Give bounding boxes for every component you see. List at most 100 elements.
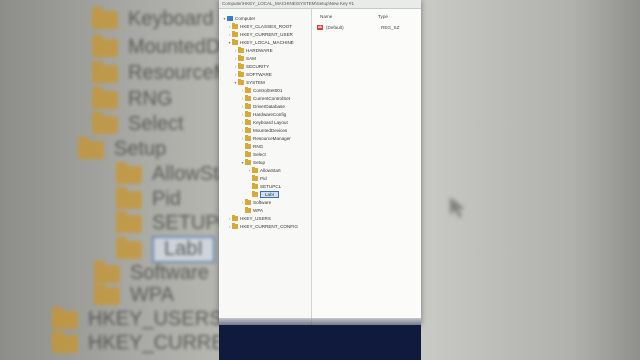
- folder-icon: [252, 175, 258, 181]
- tree-item-label: HKEY_CLASSES_ROOT: [240, 24, 293, 29]
- folder-icon: [92, 34, 118, 57]
- value-name: (Default): [326, 25, 344, 30]
- folder-icon: [245, 135, 251, 141]
- bg-row: Software: [94, 260, 209, 285]
- tree-item-label: HARDWARE: [246, 48, 273, 53]
- tree-item[interactable]: › SOFTWARE: [233, 71, 272, 78]
- tree-item-label: HKEY_LOCAL_MACHINE: [240, 40, 294, 45]
- bg-label: WPA: [130, 284, 175, 306]
- tree-item[interactable]: › SAM: [233, 55, 256, 62]
- bg-row: RNG: [92, 86, 172, 111]
- tree-item[interactable]: RNG: [240, 143, 263, 150]
- bg-label: Setup: [114, 138, 167, 160]
- bg-label: SETUPCL: [152, 212, 222, 234]
- bg-row: Keyboard La: [92, 6, 222, 31]
- tree-item-selected[interactable]: LabI: [247, 191, 279, 198]
- tree-item[interactable]: › DriverDatabase: [240, 103, 285, 110]
- cursor-icon: [450, 197, 465, 218]
- tree-item[interactable]: › ControlSet001: [240, 87, 282, 94]
- bg-label: ResourceMana: [128, 62, 222, 84]
- bg-row: Setup: [78, 136, 167, 161]
- tree-item[interactable]: › HKEY_CURRENT_CONFIG: [227, 223, 298, 230]
- tree-item[interactable]: › Software: [240, 199, 271, 206]
- taskbar[interactable]: [219, 325, 421, 360]
- tree-item[interactable]: › SECURITY: [233, 63, 269, 70]
- folder-icon: [232, 223, 238, 229]
- bg-row: HKEY_USERS: [52, 306, 222, 331]
- bg-row: LabI: [116, 236, 215, 263]
- tree-item[interactable]: › CurrentControlSet: [240, 95, 290, 102]
- bg-label: HKEY_CURRENT_CO: [88, 332, 222, 354]
- tree-item[interactable]: SETUPCL: [247, 183, 281, 190]
- folder-icon: [232, 31, 238, 37]
- tree-item-label: SYSTEM: [246, 80, 265, 85]
- bg-label: Pid: [152, 188, 181, 210]
- folder-icon: [245, 143, 251, 149]
- folder-icon: [116, 210, 142, 233]
- bg-row: SETUPCL: [116, 210, 222, 235]
- tree-item-label: Select: [253, 152, 266, 157]
- tree-item[interactable]: › Keyboard Layout: [240, 119, 288, 126]
- tree-item[interactable]: Select: [240, 151, 266, 158]
- folder-icon: [92, 111, 118, 134]
- tree-item[interactable]: › HardwareConfig: [240, 111, 286, 118]
- tree-item[interactable]: › AllowStart: [247, 167, 281, 174]
- tree-item-label: SETUPCL: [260, 184, 282, 189]
- tree-item-label-editing[interactable]: LabI: [260, 191, 279, 198]
- tree-item-label: Keyboard Layout: [253, 120, 288, 125]
- bg-row: HKEY_CURRENT_CO: [52, 330, 222, 355]
- folder-icon: [238, 71, 244, 77]
- tree-item[interactable]: WPA: [240, 207, 263, 214]
- folder-icon: [116, 161, 142, 184]
- folder-icon: [78, 136, 104, 159]
- bg-row: Select: [92, 111, 184, 136]
- folder-icon: [94, 282, 120, 305]
- tree-item-label: Setup: [253, 160, 266, 165]
- bg-row: WPA: [94, 282, 175, 307]
- registry-tree[interactable]: ▾ Computer › HKEY_CLASSES_ROOT › HKEY_CURRE…: [219, 9, 312, 325]
- tree-item[interactable]: › HKEY_USERS: [227, 215, 271, 222]
- tree-item-label: ResourceManager: [253, 136, 291, 141]
- folder-icon: [94, 260, 120, 283]
- computer-icon: [227, 16, 233, 21]
- bg-label: Select: [128, 113, 184, 135]
- tree-item-label: SOFTWARE: [246, 72, 272, 77]
- tree-item-computer[interactable]: ▾ Computer: [222, 15, 255, 22]
- bg-label: AllowStart: [152, 163, 222, 185]
- values-pane[interactable]: Name Type ab (Default) REG_SZ: [312, 9, 421, 325]
- folder-icon: [245, 207, 251, 213]
- folder-icon: [232, 215, 238, 221]
- bg-label: MountedDev: [128, 36, 222, 58]
- tree-item-label: MountedDevices: [253, 128, 288, 133]
- folder-icon: [238, 47, 244, 53]
- tree-item-label: AllowStart: [260, 168, 281, 173]
- folder-icon: [245, 87, 251, 93]
- tree-item[interactable]: ▾ SYSTEM: [233, 79, 265, 86]
- tree-item[interactable]: ▾ Setup: [240, 159, 265, 166]
- column-header-type[interactable]: Type: [378, 14, 388, 19]
- tree-item-label: RNG: [253, 144, 264, 149]
- tree-item-label: HardwareConfig: [253, 112, 287, 117]
- tree-item[interactable]: Pid: [247, 175, 267, 182]
- folder-icon: [52, 306, 78, 329]
- tree-item[interactable]: › MountedDevices: [240, 127, 287, 134]
- tree-item[interactable]: › HARDWARE: [233, 47, 273, 54]
- folder-icon: [245, 127, 251, 133]
- bg-label: LabI: [152, 236, 215, 263]
- column-header-name[interactable]: Name: [320, 14, 332, 19]
- bg-row: ResourceMana: [92, 60, 222, 85]
- address-bar[interactable]: Computer\HKEY_LOCAL_MACHINE\SYSTEM\Setup…: [219, 0, 421, 9]
- folder-icon: [116, 236, 142, 259]
- tree-item[interactable]: › HKEY_CLASSES_ROOT: [227, 23, 292, 30]
- ab-string-icon: ab: [317, 25, 323, 30]
- folder-icon: [245, 111, 251, 117]
- value-type: REG_SZ: [381, 25, 400, 30]
- bg-label: Software: [130, 262, 209, 284]
- folder-icon: [245, 95, 251, 101]
- tree-item[interactable]: › ResourceManager: [240, 135, 291, 142]
- value-row[interactable]: ab (Default) REG_SZ: [317, 25, 399, 30]
- tree-item-label: Software: [253, 200, 272, 205]
- folder-icon: [238, 79, 244, 85]
- tree-item[interactable]: › HKEY_CURRENT_USER: [227, 31, 293, 38]
- tree-item[interactable]: ▾ HKEY_LOCAL_MACHINE: [227, 39, 294, 46]
